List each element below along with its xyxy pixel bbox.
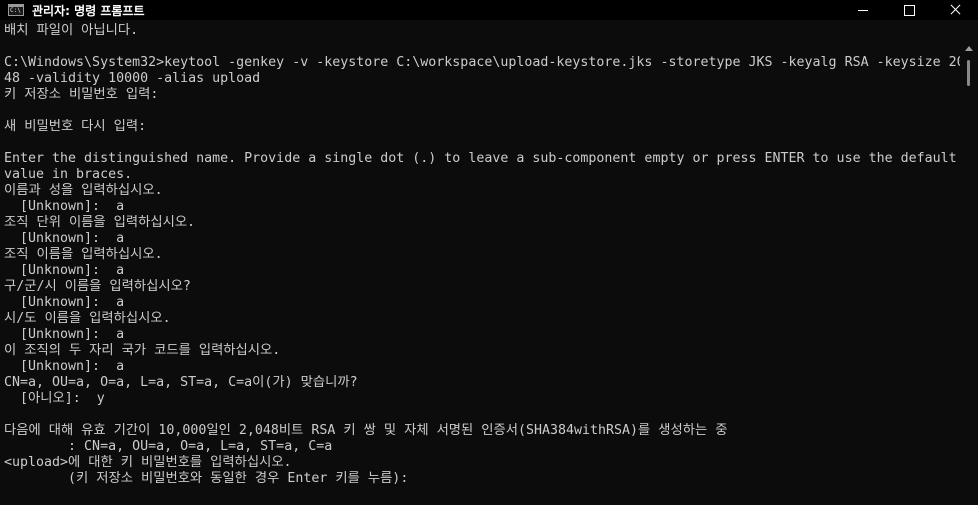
- maximize-icon[interactable]: [886, 0, 932, 20]
- console-line: 새 비밀번호 다시 입력:: [4, 119, 147, 134]
- console-line: : CN=a, OU=a, O=a, L=a, ST=a, C=a: [4, 439, 333, 454]
- window-controls: [840, 0, 978, 20]
- console-line: 이름과 성을 입력하십시오.: [4, 183, 163, 198]
- cmd-icon: C:\: [8, 4, 24, 16]
- console-line: [아니오]: y: [4, 391, 105, 406]
- console-line: 48 -validity 10000 -alias upload: [4, 71, 261, 86]
- console-line: value in braces.: [4, 167, 133, 182]
- close-icon[interactable]: [932, 0, 978, 20]
- console-line: <upload>에 대한 키 비밀번호를 입력하십시오.: [4, 455, 292, 470]
- console-line: 구/군/시 이름을 입력하십시오?: [4, 279, 191, 294]
- console-line: [Unknown]: a: [4, 199, 125, 214]
- console-line: C:\Windows\System32>keytool -genkey -v -…: [4, 55, 960, 70]
- console-line: CN=a, OU=a, O=a, L=a, ST=a, C=a이(가) 맞습니까…: [4, 375, 358, 390]
- console-line: (키 저장소 비밀번호와 동일한 경우 Enter 키를 누름):: [4, 471, 409, 486]
- scroll-thumb[interactable]: [967, 60, 970, 86]
- console-line: 다음에 대해 유효 기간이 10,000일인 2,048비트 RSA 키 쌍 및…: [4, 423, 728, 438]
- console-line: [Unknown]: a: [4, 327, 125, 342]
- console-line: [Unknown]: a: [4, 359, 125, 374]
- scroll-up-icon[interactable]: [965, 46, 973, 51]
- console-line: [Unknown]: a: [4, 231, 125, 246]
- console-line: [Unknown]: a: [4, 263, 125, 278]
- title-bar[interactable]: C:\ 관리자: 명령 프롬프트: [0, 0, 978, 20]
- console-line: Enter the distinguished name. Provide a …: [4, 151, 957, 166]
- vertical-scrollbar[interactable]: [961, 20, 978, 505]
- console-line: 키 저장소 비밀번호 입력:: [4, 87, 159, 102]
- console-output[interactable]: 배치 파일이 아닙니다. C:\Windows\System32>keytool…: [4, 23, 960, 505]
- console-line: 시/도 이름을 입력하십시오.: [4, 311, 171, 326]
- console-line: 이 조직의 두 자리 국가 코드를 입력하십시오.: [4, 343, 281, 358]
- console-line: 배치 파일이 아닙니다.: [4, 23, 139, 38]
- console-line: 조직 이름을 입력하십시오.: [4, 247, 163, 262]
- minimize-icon[interactable]: [840, 0, 886, 20]
- window-title: 관리자: 명령 프롬프트: [32, 3, 145, 18]
- console-line: 조직 단위 이름을 입력하십시오.: [4, 215, 196, 230]
- console-line: [Unknown]: a: [4, 295, 125, 310]
